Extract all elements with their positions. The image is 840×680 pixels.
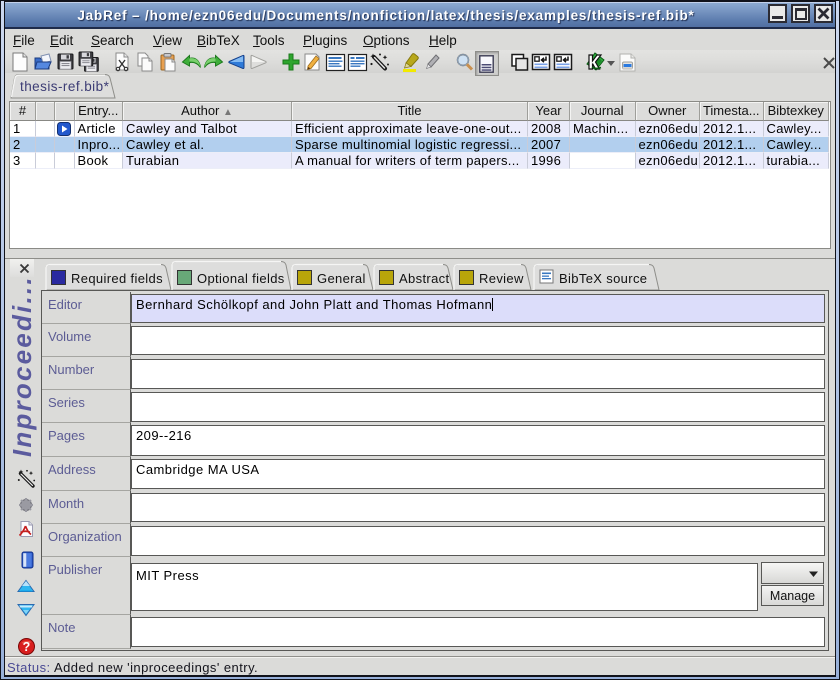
- svg-text:?: ?: [23, 640, 31, 654]
